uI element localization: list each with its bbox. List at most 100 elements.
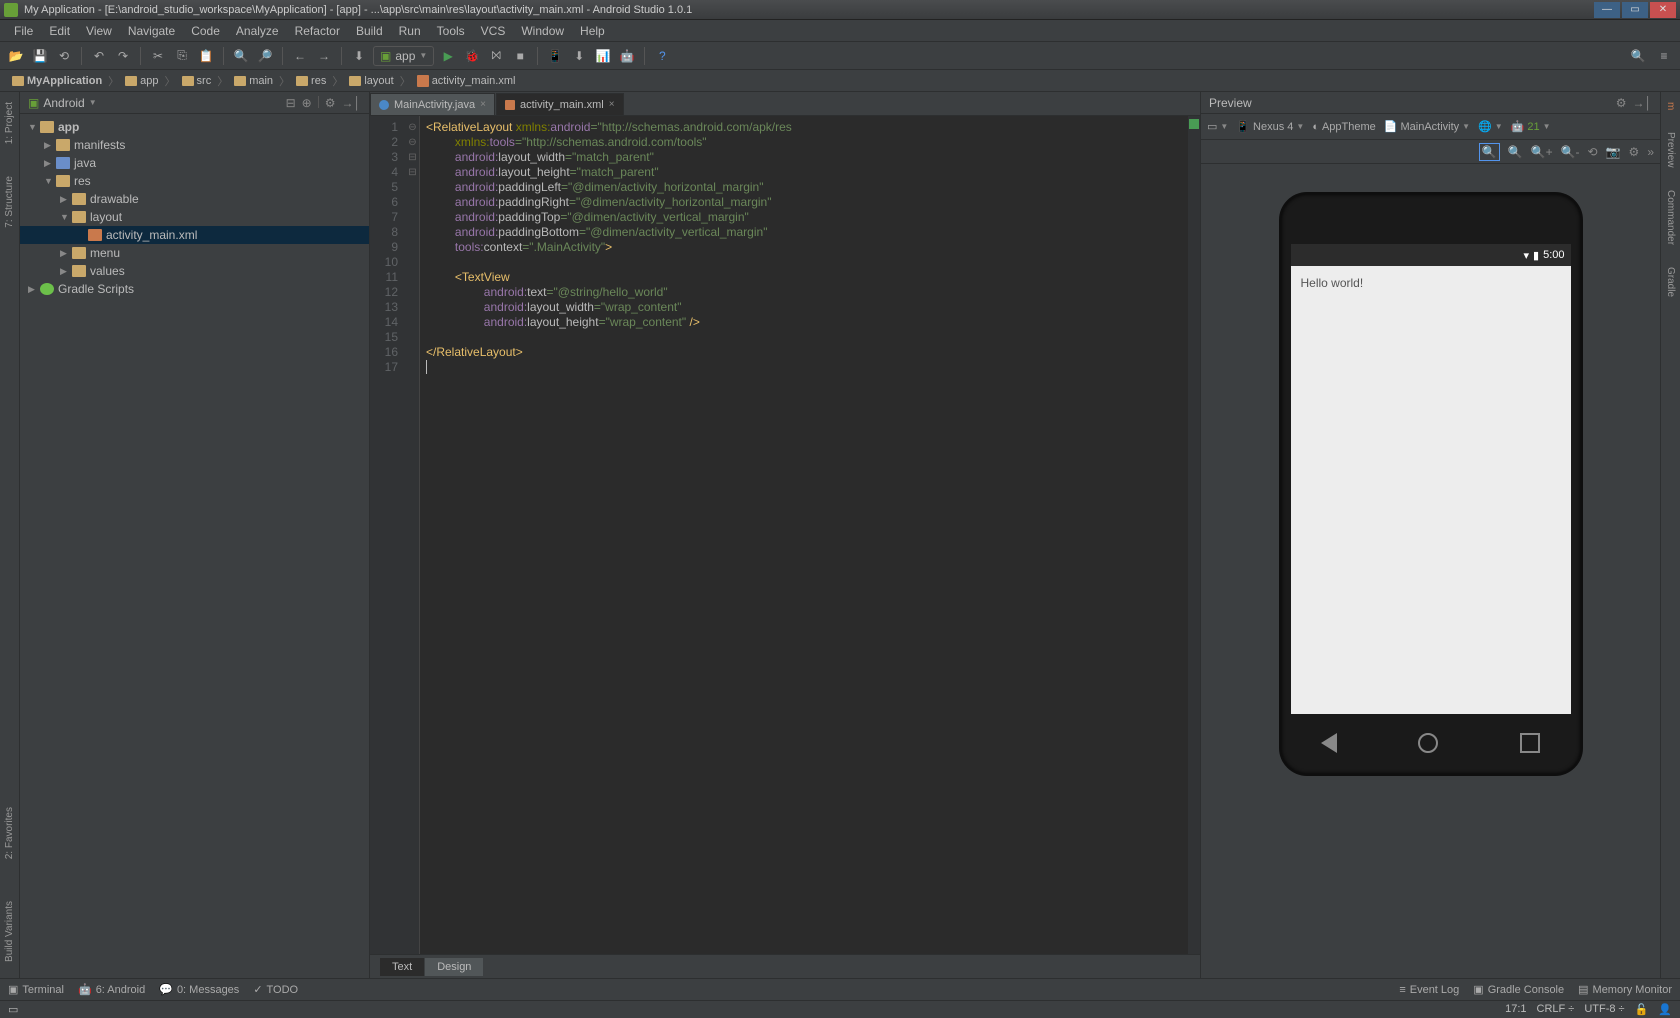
tree-node-gradle-scripts[interactable]: ▶Gradle Scripts	[20, 280, 369, 298]
activity-selector[interactable]: 📄MainActivity▼	[1384, 120, 1470, 133]
forward-icon[interactable]: →	[314, 46, 334, 66]
file-encoding[interactable]: UTF-8 ÷	[1584, 1003, 1624, 1016]
redo-icon[interactable]: ↷	[113, 46, 133, 66]
gear-icon[interactable]: ⚙	[325, 96, 336, 110]
preview-canvas[interactable]: ▾ ▮ 5:00 Hello world!	[1201, 164, 1660, 978]
menu-run[interactable]: Run	[391, 24, 429, 38]
menu-navigate[interactable]: Navigate	[120, 24, 183, 38]
error-stripe[interactable]	[1188, 116, 1200, 954]
menu-tools[interactable]: Tools	[429, 24, 473, 38]
undo-icon[interactable]: ↶	[89, 46, 109, 66]
menu-edit[interactable]: Edit	[41, 24, 78, 38]
toolbar-menu-icon[interactable]: ≡	[1654, 46, 1674, 66]
window-close-button[interactable]: ✕	[1650, 2, 1676, 18]
menu-build[interactable]: Build	[348, 24, 391, 38]
api-selector[interactable]: 🤖21▼	[1511, 120, 1551, 133]
avd-icon[interactable]: 📱	[545, 46, 565, 66]
crumb-res[interactable]: res	[292, 75, 330, 87]
crumb-src[interactable]: src	[178, 75, 216, 87]
make-icon[interactable]: ⬇	[349, 46, 369, 66]
gear-icon[interactable]: ⚙	[1616, 96, 1627, 110]
debug-icon[interactable]: 🐞	[462, 46, 482, 66]
favorites-tool-button[interactable]: 2: Favorites	[4, 801, 15, 865]
menu-analyze[interactable]: Analyze	[228, 24, 287, 38]
tree-node-res[interactable]: ▼res	[20, 172, 369, 190]
crumb-layout[interactable]: layout	[345, 75, 397, 87]
copy-icon[interactable]: ⎘	[172, 46, 192, 66]
lock-icon[interactable]: 🔓	[1635, 1003, 1649, 1016]
line-separator[interactable]: CRLF ÷	[1537, 1003, 1575, 1016]
search-everywhere-icon[interactable]: 🔍	[1628, 46, 1648, 66]
back-icon[interactable]: ←	[290, 46, 310, 66]
menu-help[interactable]: Help	[572, 24, 613, 38]
status-icon[interactable]: ▭	[8, 1003, 18, 1016]
terminal-tool-button[interactable]: ▣ Terminal	[8, 983, 64, 996]
todo-tool-button[interactable]: ✓ TODO	[253, 983, 298, 996]
stop-icon[interactable]: ■	[510, 46, 530, 66]
crumb-main[interactable]: main	[230, 75, 277, 87]
target-icon[interactable]: ⊕	[302, 96, 312, 110]
run-config-selector[interactable]: ▣ app ▼	[373, 46, 434, 66]
tab-text[interactable]: Text	[380, 958, 424, 976]
project-tree[interactable]: ▼app ▶manifests ▶java ▼res ▶drawable ▼la…	[20, 114, 369, 978]
tree-node-drawable[interactable]: ▶drawable	[20, 190, 369, 208]
help-icon[interactable]: ?	[652, 46, 672, 66]
project-tool-button[interactable]: 1: Project	[4, 96, 15, 150]
cut-icon[interactable]: ✂	[148, 46, 168, 66]
zoom-out-icon[interactable]: 🔍-	[1561, 145, 1580, 159]
messages-tool-button[interactable]: 💬 0: Messages	[159, 983, 239, 996]
find-icon[interactable]: 🔍	[231, 46, 251, 66]
tree-node-manifests[interactable]: ▶manifests	[20, 136, 369, 154]
menu-window[interactable]: Window	[513, 24, 572, 38]
editor-tab-activity-main[interactable]: activity_main.xml ×	[496, 93, 624, 115]
refresh-icon[interactable]: ⟲	[1588, 145, 1598, 159]
hide-icon[interactable]: →│	[342, 96, 362, 110]
hide-icon[interactable]: →│	[1633, 96, 1653, 110]
overflow-icon[interactable]: »	[1647, 145, 1654, 159]
screenshot-icon[interactable]: 📷	[1606, 145, 1621, 159]
theme-selector[interactable]: ◐AppTheme	[1312, 121, 1375, 133]
gradle-tool-button[interactable]: Gradle	[1665, 261, 1676, 303]
menu-code[interactable]: Code	[183, 24, 228, 38]
cursor-position[interactable]: 17:1	[1505, 1003, 1526, 1016]
tab-design[interactable]: Design	[425, 958, 483, 976]
device-selector[interactable]: 📱Nexus 4▼	[1236, 120, 1304, 133]
menu-view[interactable]: View	[78, 24, 120, 38]
tree-node-menu[interactable]: ▶menu	[20, 244, 369, 262]
close-icon[interactable]: ×	[609, 99, 615, 110]
project-view-selector[interactable]: ▣ Android ▼	[28, 96, 97, 110]
commander-tool-button[interactable]: Commander	[1665, 184, 1676, 251]
sync-icon[interactable]: ⟲	[54, 46, 74, 66]
tree-node-layout[interactable]: ▼layout	[20, 208, 369, 226]
android-tool-button[interactable]: 🤖 6: Android	[78, 983, 145, 996]
tree-node-app[interactable]: ▼app	[20, 118, 369, 136]
editor-tab-mainactivity[interactable]: MainActivity.java ×	[370, 93, 495, 115]
tree-node-activity-main[interactable]: activity_main.xml	[20, 226, 369, 244]
zoom-fit-icon[interactable]: 🔍	[1479, 143, 1500, 161]
menu-refactor[interactable]: Refactor	[287, 24, 348, 38]
replace-icon[interactable]: 🔎	[255, 46, 275, 66]
gradle-console-tool-button[interactable]: ▣ Gradle Console	[1473, 983, 1564, 996]
structure-tool-button[interactable]: 7: Structure	[4, 170, 15, 234]
android-device-icon[interactable]: 🤖	[617, 46, 637, 66]
collapse-icon[interactable]: ⊟	[286, 96, 296, 110]
sdk-icon[interactable]: ⬇	[569, 46, 589, 66]
build-variants-tool-button[interactable]: Build Variants	[4, 895, 15, 968]
hector-icon[interactable]: 👤	[1658, 1003, 1672, 1016]
window-minimize-button[interactable]: —	[1594, 2, 1620, 18]
code-editor[interactable]: 1 2 3 4 5 6 7 8 9 10 11 12 13 14 15 16 1…	[370, 116, 1200, 954]
menu-vcs[interactable]: VCS	[473, 24, 514, 38]
code-content[interactable]: <RelativeLayout xmlns:android="http://sc…	[420, 116, 1188, 954]
open-icon[interactable]: 📂	[6, 46, 26, 66]
monitor-icon[interactable]: 📊	[593, 46, 613, 66]
attach-debug-icon[interactable]: ⨝	[486, 46, 506, 66]
menu-file[interactable]: File	[6, 24, 41, 38]
memory-monitor-tool-button[interactable]: ▤ Memory Monitor	[1578, 983, 1672, 996]
orientation-button[interactable]: ▭▼	[1207, 120, 1228, 133]
zoom-in-icon[interactable]: 🔍+	[1531, 145, 1553, 159]
close-icon[interactable]: ×	[480, 99, 486, 110]
event-log-tool-button[interactable]: ≡ Event Log	[1399, 983, 1459, 996]
tree-node-values[interactable]: ▶values	[20, 262, 369, 280]
window-maximize-button[interactable]: ▭	[1622, 2, 1648, 18]
maven-tool-button[interactable]: m	[1665, 96, 1676, 116]
